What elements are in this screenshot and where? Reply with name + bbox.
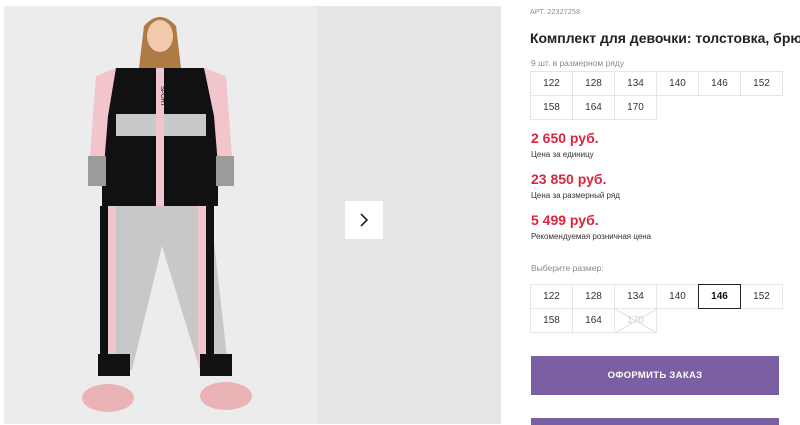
size-option[interactable]: 128 xyxy=(572,284,615,309)
size-row-cell: 158 xyxy=(530,95,573,120)
size-row-grid: 122 128 134 140 146 152 158 164 170 xyxy=(530,71,783,120)
size-row-cell: 134 xyxy=(614,71,657,96)
size-row-cell: 170 xyxy=(614,95,657,120)
retail-price: 5 499 руб. xyxy=(531,212,599,228)
size-row-note: 9 шт. в размерном ряду xyxy=(531,58,625,68)
row-price: 23 850 руб. xyxy=(531,171,607,187)
product-title: Комплект для девочки: толстовка, брюки xyxy=(530,30,800,46)
row-price-note: Цена за размерный ряд xyxy=(531,191,620,200)
product-photo-main[interactable]: SPORT xyxy=(4,6,317,424)
chevron-right-icon xyxy=(360,213,369,227)
size-option-label: 170 xyxy=(627,315,644,326)
choose-size-label: Выберите размер: xyxy=(531,263,604,273)
secondary-action-button[interactable] xyxy=(531,418,779,425)
jacket-print-text: SPORT xyxy=(159,86,165,107)
size-option[interactable]: 134 xyxy=(614,284,657,309)
size-option[interactable]: 122 xyxy=(530,284,573,309)
size-row-cell: 140 xyxy=(656,71,699,96)
size-row-cell: 152 xyxy=(740,71,783,96)
size-option-unavailable: 170 xyxy=(614,308,657,333)
size-row-cell: 122 xyxy=(530,71,573,96)
size-option[interactable]: 158 xyxy=(530,308,573,333)
size-option-selected[interactable]: 146 xyxy=(698,284,741,309)
product-article: АРТ. 22327258 xyxy=(530,9,581,16)
girl-tracksuit-illustration: SPORT xyxy=(4,6,317,424)
place-order-button[interactable]: ОФОРМИТЬ ЗАКАЗ xyxy=(531,356,779,395)
size-row-cell: 164 xyxy=(572,95,615,120)
product-gallery: SPORT xyxy=(4,6,501,424)
size-row-cell: 128 xyxy=(572,71,615,96)
size-select-grid: 122 128 134 140 146 152 158 164 170 xyxy=(530,284,783,333)
gallery-next-button[interactable] xyxy=(345,201,383,239)
size-option[interactable]: 164 xyxy=(572,308,615,333)
retail-price-note: Рекомендуемая розничная цена xyxy=(531,232,652,241)
unit-price-note: Цена за единицу xyxy=(531,150,594,159)
unit-price: 2 650 руб. xyxy=(531,130,599,146)
size-row-cell: 146 xyxy=(698,71,741,96)
size-option[interactable]: 140 xyxy=(656,284,699,309)
size-option[interactable]: 152 xyxy=(740,284,783,309)
